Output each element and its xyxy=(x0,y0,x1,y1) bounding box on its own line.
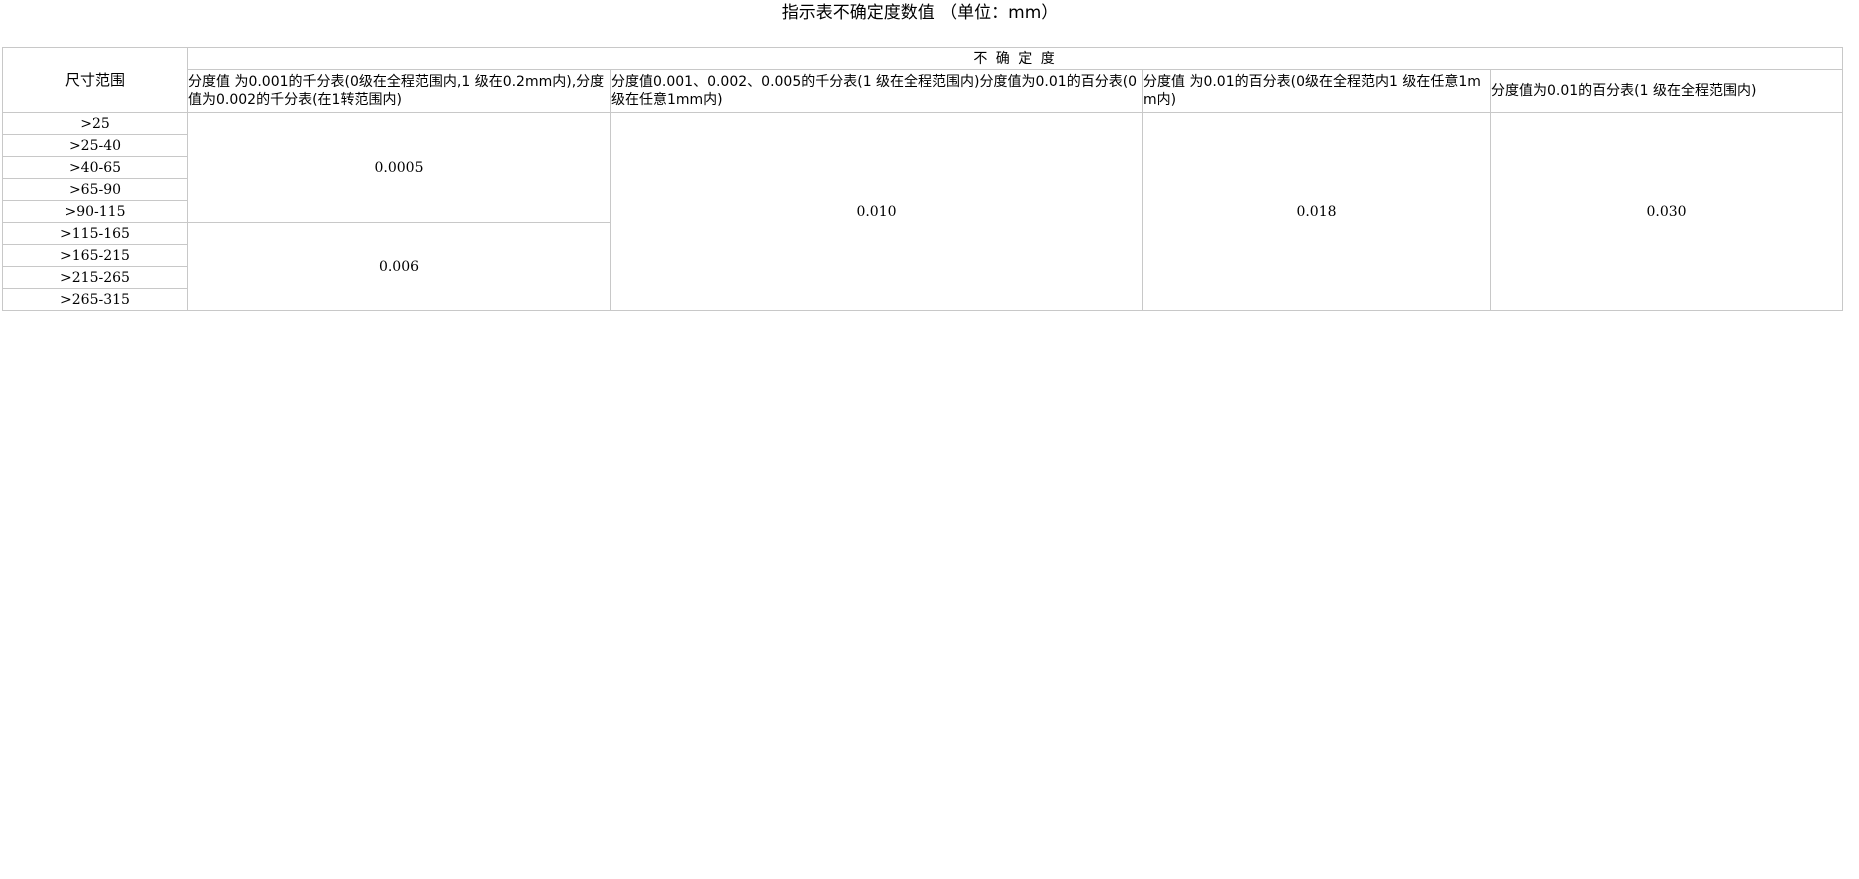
range-cell: >215-265 xyxy=(2,266,188,289)
table-row: >25 0.0005 0.010 0.018 0.030 xyxy=(2,112,1844,311)
table-caption: 指示表不确定度数值 （单位：mm） xyxy=(781,3,1059,23)
column-header-1: 分度值 为0.001的千分表(0级在全程范围内,1 级在0.2mm内),分度值为… xyxy=(187,69,611,113)
size-range-header: 尺寸范围 xyxy=(2,47,188,113)
column-header-2: 分度值0.001、0.002、0.005的千分表(1 级在全程范围内)分度值为0… xyxy=(610,69,1143,113)
range-cell: >265-315 xyxy=(2,288,188,311)
value-cell-col4: 0.030 xyxy=(1489,112,1844,311)
value-cell-col1-group1: 0.0005 xyxy=(187,112,611,223)
value-cell-col1-group2: 0.006 xyxy=(187,222,611,311)
range-cell: >90-115 xyxy=(2,200,188,223)
range-cell: >165-215 xyxy=(2,244,188,267)
uncertainty-table: 尺寸范围 不 确 定 度 分度值 为0.001的千分表(0级在全程范围内,1 级… xyxy=(2,47,1844,311)
range-cell: >65-90 xyxy=(2,178,188,201)
range-cell: >25-40 xyxy=(2,134,188,157)
range-cell: >115-165 xyxy=(2,222,188,245)
uncertainty-group-header: 不 确 定 度 xyxy=(186,47,1844,70)
header-row-1: 尺寸范围 不 确 定 度 xyxy=(2,47,1844,113)
range-cell: >40-65 xyxy=(2,156,188,179)
value-cell-col3: 0.018 xyxy=(1142,112,1491,311)
value-cell-col2: 0.010 xyxy=(610,112,1143,311)
range-cell: >25 xyxy=(2,112,188,135)
header-row-2: 分度值 为0.001的千分表(0级在全程范围内,1 级在0.2mm内),分度值为… xyxy=(3,69,1844,113)
column-header-3: 分度值 为0.01的百分表(0级在全程范内1 级在任意1mm内) xyxy=(1142,69,1491,113)
column-header-4: 分度值为0.01的百分表(1 级在全程范围内) xyxy=(1489,69,1844,113)
